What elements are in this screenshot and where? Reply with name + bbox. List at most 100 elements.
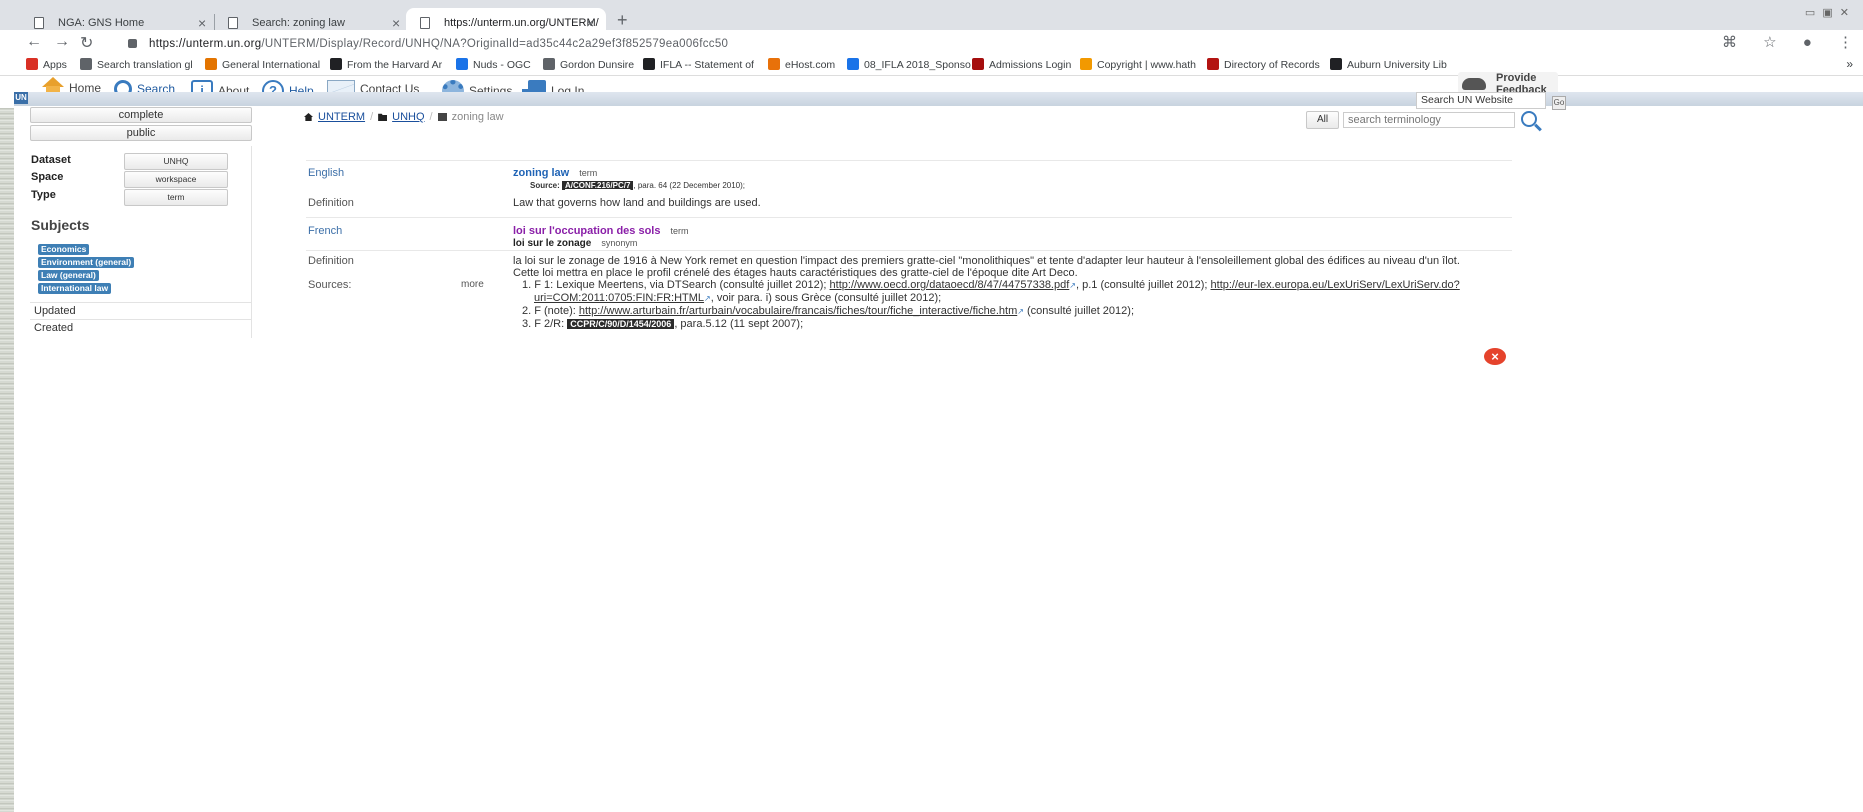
bookmark-icon (768, 58, 780, 70)
bookmarks-overflow-icon[interactable]: » (1846, 57, 1853, 71)
bookmark-item[interactable]: Search translation gl (80, 58, 193, 71)
breadcrumb-separator: / (429, 111, 433, 123)
breadcrumb: UNTERM / UNHQ / zoning law (304, 111, 504, 123)
french-definition-label: Definition (308, 255, 354, 267)
bookmark-label: Auburn University Lib (1347, 59, 1447, 71)
bookmark-item[interactable]: Directory of Records (1207, 58, 1320, 71)
divider (306, 217, 1512, 218)
bookmark-item[interactable]: From the Harvard Ar (330, 58, 442, 71)
english-source: Source: A/CONF.216/PC/7, para. 64 (22 De… (530, 181, 745, 190)
status-complete-button[interactable]: complete (30, 107, 252, 123)
english-term: zoning law term (513, 167, 597, 179)
bookmark-icon (1330, 58, 1342, 70)
bookmark-star-icon[interactable]: ☆ (1763, 34, 1776, 51)
bookmark-item[interactable]: General International (205, 58, 320, 71)
subject-law-general[interactable]: Law (general) (38, 270, 99, 281)
facet-space-label: Space (31, 171, 64, 183)
home-icon (42, 76, 64, 96)
breadcrumb-current: zoning law (451, 111, 504, 123)
divider (306, 160, 1512, 161)
bookmark-apps[interactable]: Apps (26, 58, 67, 71)
english-term-text: zoning law (513, 167, 570, 179)
facet-dataset-label: Dataset (31, 154, 71, 166)
facet-space-value[interactable]: workspace (124, 171, 228, 188)
tab-label: Search: zoning law (252, 17, 345, 29)
sources-label: Sources: (308, 279, 352, 291)
subject-international-law[interactable]: International law (38, 283, 112, 294)
bookmark-label: Apps (43, 59, 67, 71)
facet-type-value[interactable]: term (124, 189, 228, 206)
breadcrumb-unterm[interactable]: UNTERM (318, 111, 365, 123)
reload-icon[interactable]: ↻ (80, 33, 93, 53)
status-public-button[interactable]: public (30, 125, 252, 141)
sources-more-toggle[interactable]: more (461, 279, 484, 290)
bookmarks-bar: Apps Search translation gl General Inter… (0, 56, 1863, 76)
window-controls[interactable]: ▭ ▣ ✕ (1805, 6, 1851, 19)
page-icon (228, 17, 238, 29)
bookmark-icon (972, 58, 984, 70)
bookmark-label: Directory of Records (1224, 59, 1320, 71)
bookmark-icon (80, 58, 92, 70)
source-item-continued: uri=COM:2011:0705:FIN:FR:HTML↗, voir par… (522, 292, 1460, 305)
source-detail: , para. 64 (22 December 2010); (633, 181, 746, 190)
bookmark-icon (643, 58, 655, 70)
source-link[interactable]: http://eur-lex.europa.eu/LexUriServ/LexU… (1211, 279, 1460, 291)
translate-icon[interactable]: ⌘ (1722, 34, 1737, 51)
menu-icon[interactable]: ⋮ (1838, 34, 1853, 51)
bookmark-item[interactable]: Auburn University Lib (1330, 58, 1447, 71)
bookmark-item[interactable]: IFLA -- Statement of (643, 58, 754, 71)
breadcrumb-unhq[interactable]: UNHQ (392, 111, 424, 123)
breadcrumb-separator: / (370, 111, 374, 123)
bookmark-item[interactable]: 08_IFLA 2018_Sponso (847, 58, 971, 71)
source-text: (consulté juillet 2012); (1023, 305, 1134, 317)
external-link-icon: ↗ (1017, 307, 1024, 316)
browser-toolbar-icons: ⌘ ☆ ● ⋮ (1700, 33, 1853, 51)
new-tab-button[interactable]: + (617, 8, 628, 32)
bookmark-label: IFLA -- Statement of (660, 59, 754, 71)
bookmark-label: eHost.com (785, 59, 836, 71)
book-icon (437, 113, 447, 121)
un-logo: UN (14, 92, 28, 104)
search-icon[interactable] (1521, 111, 1537, 127)
profile-icon[interactable]: ● (1803, 34, 1812, 51)
feedback-icon (1462, 78, 1486, 90)
subjects-heading: Subjects (31, 217, 90, 233)
sources-list: 1. F 1: Lexique Meertens, via DTSearch (… (522, 279, 1460, 330)
synonym-type-badge: synonym (601, 238, 638, 248)
lock-icon (128, 39, 137, 49)
french-language-label: French (308, 225, 343, 237)
french-term-text: loi sur l'occupation des sols (513, 225, 661, 237)
source-item: 2. F (note): http://www.arturbain.fr/art… (522, 305, 1460, 318)
bookmark-label: Nuds - OGC (473, 59, 531, 71)
source-link[interactable]: uri=COM:2011:0705:FIN:FR:HTML (534, 292, 704, 304)
subject-environment[interactable]: Environment (general) (38, 257, 135, 268)
french-definition-line-1: la loi sur le zonage de 1916 à New York … (513, 255, 1460, 267)
source-text: 2. F (note): (522, 305, 579, 317)
bookmark-item[interactable]: eHost.com (768, 58, 835, 71)
source-document-link[interactable]: CCPR/C/90/D/1454/2006 (567, 319, 675, 329)
bookmark-icon (205, 58, 217, 70)
facet-dataset-value[interactable]: UNHQ (124, 153, 228, 170)
close-record-icon[interactable]: × (1484, 348, 1506, 365)
search-terminology-input[interactable] (1343, 112, 1515, 128)
source-link[interactable]: http://www.oecd.org/dataoecd/8/47/447573… (830, 279, 1070, 291)
source-text: 1. F 1: Lexique Meertens, via DTSearch (… (522, 279, 830, 291)
source-link[interactable]: http://www.arturbain.fr/arturbain/vocabu… (579, 305, 1017, 317)
source-document-link[interactable]: A/CONF.216/PC/7 (562, 181, 634, 190)
subject-economics[interactable]: Economics (38, 244, 90, 255)
bookmark-label: 08_IFLA 2018_Sponso (864, 59, 971, 71)
bookmark-item[interactable]: Copyright | www.hath (1080, 58, 1196, 71)
bookmark-item[interactable]: Gordon Dunsire (543, 58, 634, 71)
un-search-go-button[interactable]: Go (1552, 96, 1566, 110)
un-header-strip: UN (14, 92, 1863, 106)
url-input[interactable]: https://unterm.un.org/UNTERM/Display/Rec… (128, 33, 1688, 55)
search-un-website-input[interactable]: Search UN Website (1416, 92, 1546, 109)
back-arrow-icon[interactable]: ← (26, 33, 42, 51)
forward-arrow-icon[interactable]: → (54, 33, 70, 51)
english-language-label: English (308, 167, 345, 179)
bookmark-item[interactable]: Admissions Login (972, 58, 1071, 71)
bookmark-item[interactable]: Nuds - OGC (456, 58, 531, 71)
page-icon (34, 17, 44, 29)
search-scope-dropdown[interactable]: All (1306, 111, 1339, 129)
source-item: 3. F 2/R: CCPR/C/90/D/1454/2006, para.5.… (522, 318, 1460, 330)
